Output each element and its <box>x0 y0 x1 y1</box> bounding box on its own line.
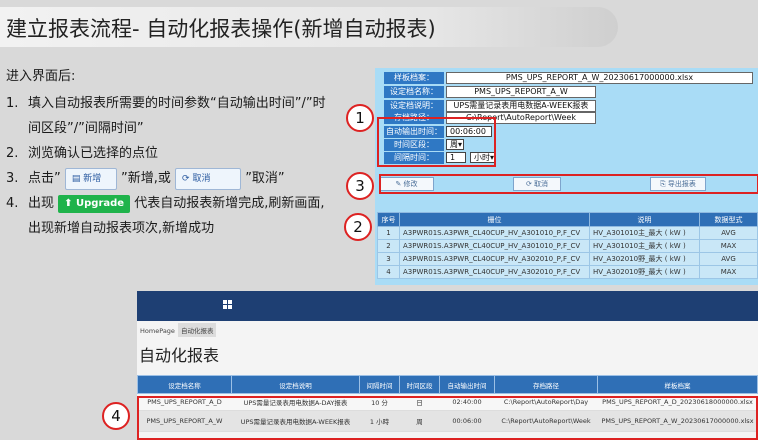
cell: HV_A302010野_最大 ( kW ) <box>589 265 700 279</box>
cell: AVG <box>699 226 758 240</box>
highlight-action-buttons <box>379 174 758 194</box>
col-header: 设定档名称 <box>137 375 232 394</box>
cancel-button-sample: ⟳ 取消 <box>175 167 242 190</box>
col-header: 时间区段 <box>399 375 440 394</box>
step-number: 2. <box>6 146 19 161</box>
upgrade-badge: ⬆ Upgrade <box>58 194 131 213</box>
step-2: 2. 浏览确认已选择的点位 <box>6 141 336 166</box>
table-row[interactable]: 3 A3PWR01S.A3PWR_CL40CUP_HV_A302010_P,F_… <box>377 252 758 266</box>
file-label: 样板档案： <box>384 72 444 84</box>
cell: A3PWR01S.A3PWR_CL40CUP_HV_A302010_P,F_CV <box>399 265 590 279</box>
col-header: 设定档说明 <box>231 375 360 394</box>
col-header: 间隔时间 <box>359 375 400 394</box>
table-row[interactable]: 1 A3PWR01S.A3PWR_CL40CUP_HV_A301010_P,F_… <box>377 226 758 240</box>
cell: A3PWR01S.A3PWR_CL40CUP_HV_A302010_P,F_CV <box>399 252 590 266</box>
app-header-bar <box>137 291 758 321</box>
cell: MAX <box>699 265 758 279</box>
add-button-sample: ▤ 新增 <box>64 167 117 190</box>
cell: HV_A301010主_最大 ( kW ) <box>589 239 700 253</box>
marker-4: 4 <box>102 402 130 430</box>
col-header: 存档路径 <box>494 375 598 394</box>
highlight-new-report <box>137 396 758 440</box>
cell: 2 <box>377 239 400 253</box>
marker-3: 3 <box>346 172 374 200</box>
upgrade-label: Upgrade <box>76 197 125 209</box>
step-suffix: ”取消” <box>245 171 285 186</box>
page-title: 自动化报表 <box>139 346 220 365</box>
col-header: 数据型式 <box>699 212 758 227</box>
step-text: 填入自动报表所需要的时间参数“自动输出时间”/”时间区段”/”间隔时间” <box>28 96 326 136</box>
step-4: 4. 出现 ⬆ Upgrade 代表自动报表新增完成,刷新画面,出现新增自动报表… <box>6 191 336 241</box>
cell: 4 <box>377 265 400 279</box>
cell: 1 <box>377 226 400 240</box>
step-1: 1. 填入自动报表所需要的时间参数“自动输出时间”/”时间区段”/”间隔时间” <box>6 91 336 141</box>
cancel-button-label: 取消 <box>192 173 211 184</box>
config-desc-field[interactable]: UPS需量记录表用电数据A-WEEK报表 <box>446 100 596 112</box>
marker-1: 1 <box>346 104 374 132</box>
col-header: 栅位 <box>399 212 590 227</box>
breadcrumb-home[interactable]: HomePage <box>137 325 178 337</box>
report-header-row: 设定档名称 设定档说明 间隔时间 时间区段 自动输出时间 存档路径 样板档案 <box>137 375 758 394</box>
template-file-field[interactable]: PMS_UPS_REPORT_A_W_20230617000000.xlsx <box>446 72 753 84</box>
step-prefix: 点击” <box>28 171 61 186</box>
highlight-time-params <box>377 117 496 167</box>
cell: 3 <box>377 252 400 266</box>
step-number: 1. <box>6 96 19 111</box>
slide-title-bar: 建立报表流程- 自动化报表操作(新增自动报表) <box>0 7 618 47</box>
name-label: 设定档名称： <box>384 86 444 98</box>
points-header-row: 序号 栅位 说明 数据型式 <box>377 212 758 227</box>
points-table: 序号 栅位 说明 数据型式 1 A3PWR01S.A3PWR_CL40CUP_H… <box>377 212 758 279</box>
cell: A3PWR01S.A3PWR_CL40CUP_HV_A301010_P,F_CV <box>399 239 590 253</box>
col-header: 说明 <box>589 212 700 227</box>
col-header: 自动输出时间 <box>439 375 495 394</box>
add-button-label: 新增 <box>83 173 102 184</box>
col-header: 序号 <box>377 212 400 227</box>
breadcrumb-current[interactable]: 自动化报表 <box>177 323 217 337</box>
step-number: 3. <box>6 171 19 186</box>
cell: HV_A301010主_最大 ( kW ) <box>589 226 700 240</box>
step-prefix: 出现 <box>28 196 55 211</box>
step-3: 3. 点击” ▤ 新增 ”新增,或 ⟳ 取消 ”取消” <box>6 166 336 191</box>
config-name-field[interactable]: PMS_UPS_REPORT_A_W <box>446 86 596 98</box>
marker-2: 2 <box>344 213 372 241</box>
table-row[interactable]: 2 A3PWR01S.A3PWR_CL40CUP_HV_A301010_P,F_… <box>377 239 758 253</box>
cell: HV_A302010野_最大 ( kW ) <box>589 252 700 266</box>
step-number: 4. <box>6 196 19 211</box>
cell: A3PWR01S.A3PWR_CL40CUP_HV_A301010_P,F_CV <box>399 226 590 240</box>
instructions: 进入界面后: 1. 填入自动报表所需要的时间参数“自动输出时间”/”时间区段”/… <box>6 64 336 241</box>
breadcrumb: HomePage 自动化报表 <box>137 323 217 337</box>
desc-label: 设定档说明： <box>384 100 444 112</box>
intro-text: 进入界面后: <box>6 69 76 84</box>
step-text: 浏览确认已选择的点位 <box>28 146 159 161</box>
windows-icon[interactable] <box>223 300 233 310</box>
table-row[interactable]: 4 A3PWR01S.A3PWR_CL40CUP_HV_A302010_P,F_… <box>377 265 758 279</box>
cell: MAX <box>699 239 758 253</box>
cell: AVG <box>699 252 758 266</box>
slide-title: 建立报表流程- 自动化报表操作(新增自动报表) <box>6 17 436 41</box>
step-mid: ”新增,或 <box>121 171 171 186</box>
col-header: 样板档案 <box>597 375 758 394</box>
